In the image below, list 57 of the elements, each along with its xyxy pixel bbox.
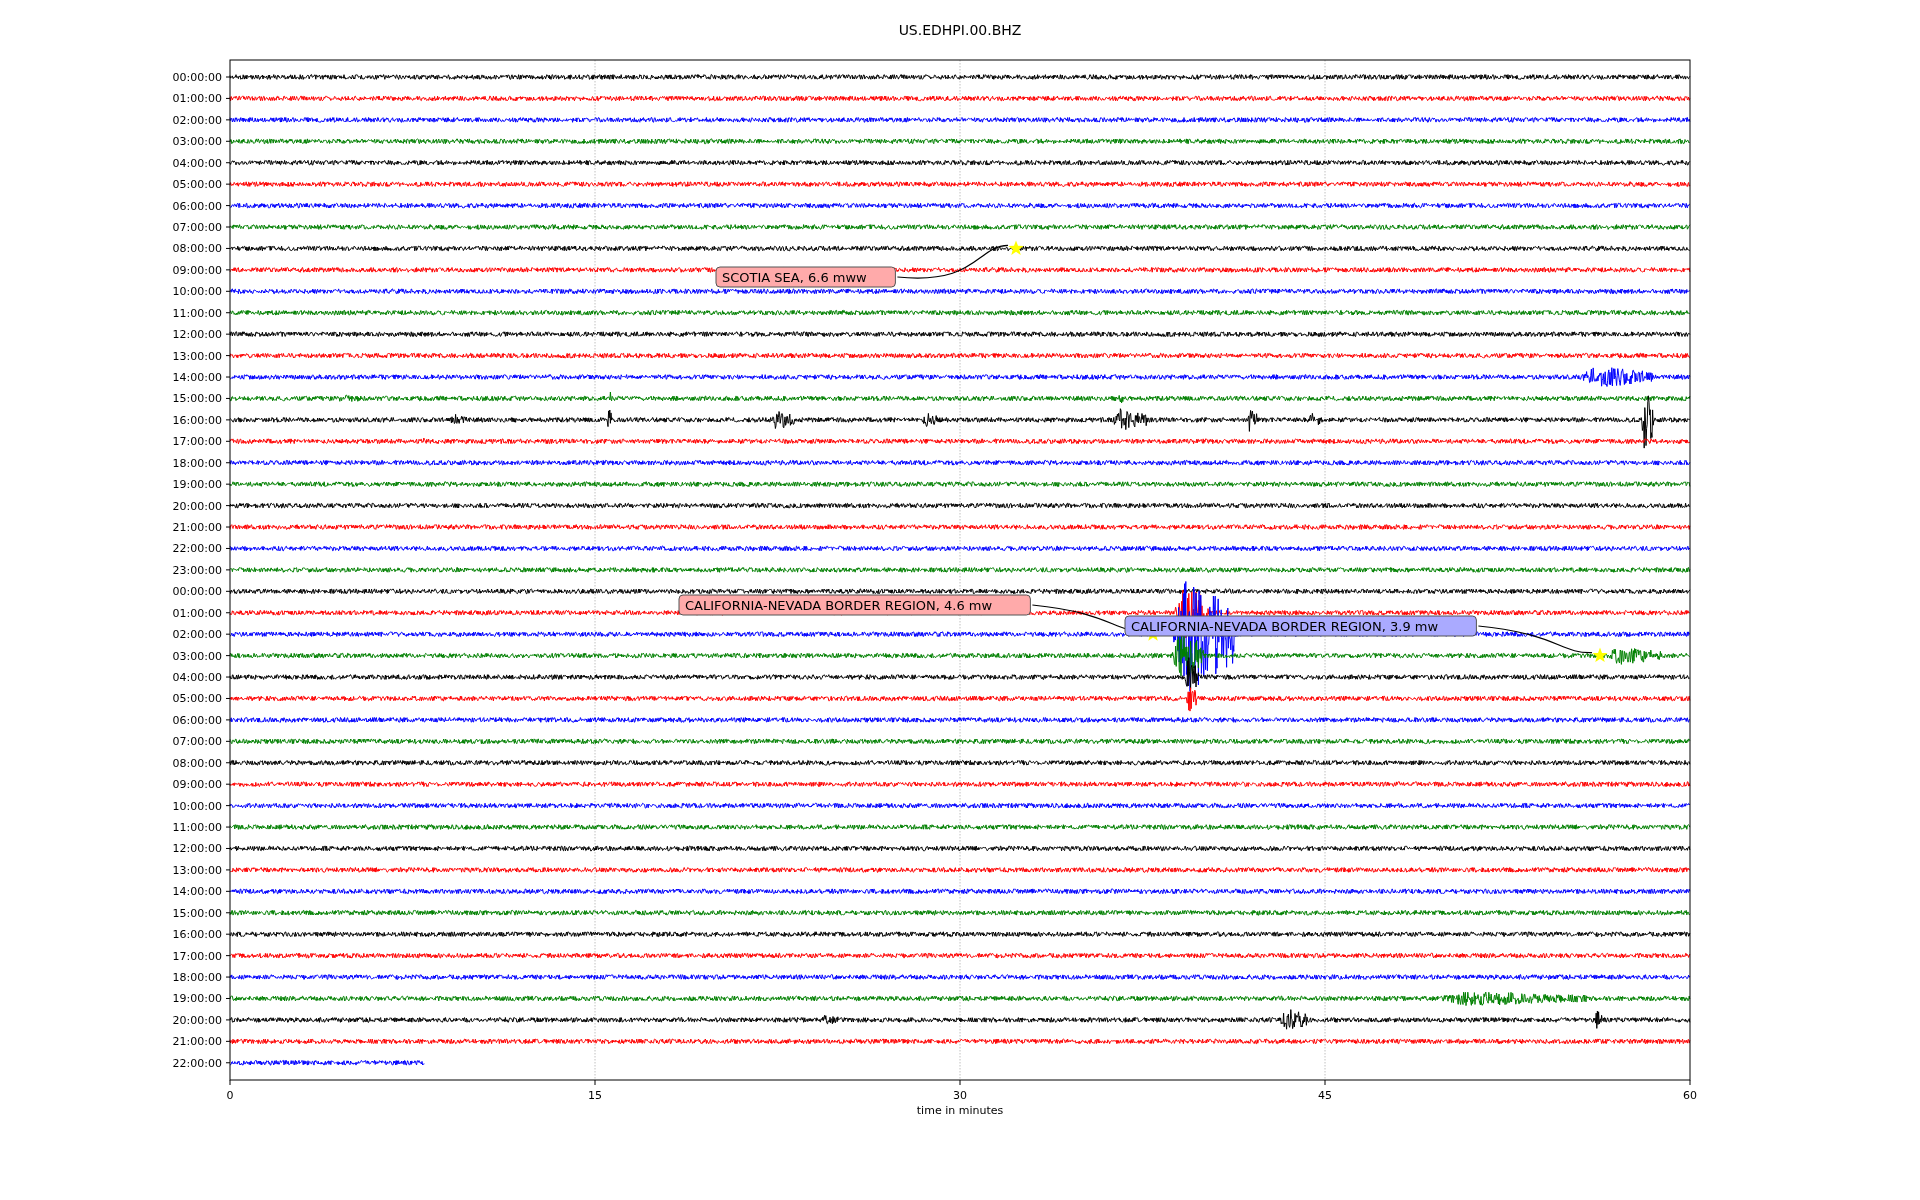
tick-label: 60 xyxy=(1683,1089,1697,1102)
tick-label: 45 xyxy=(1318,1089,1332,1102)
event-label: CALIFORNIA-NEVADA BORDER REGION, 3.9 mw xyxy=(1124,615,1477,637)
time-label: 02:00:00 xyxy=(172,628,222,642)
time-label: 21:00:00 xyxy=(172,521,222,535)
time-label: 00:00:00 xyxy=(172,585,222,599)
time-label: 02:00:00 xyxy=(172,113,222,127)
tick-label: 0 xyxy=(226,1089,234,1102)
time-label: 19:00:00 xyxy=(172,478,222,492)
time-label: 16:00:00 xyxy=(172,928,222,942)
event-label: SCOTIA SEA, 6.6 mww xyxy=(715,266,896,288)
time-label: 00:00:00 xyxy=(172,71,222,84)
time-label: 20:00:00 xyxy=(172,499,222,513)
time-label: 14:00:00 xyxy=(172,885,222,899)
time-label: 03:00:00 xyxy=(172,135,222,149)
time-label: 22:00:00 xyxy=(172,1056,222,1070)
time-label: 17:00:00 xyxy=(172,435,222,449)
time-label: 17:00:00 xyxy=(172,949,222,963)
time-label: 18:00:00 xyxy=(172,456,222,470)
time-label: 16:00:00 xyxy=(172,413,222,427)
tick-label: 15 xyxy=(588,1089,602,1102)
time-label: 05:00:00 xyxy=(172,178,222,192)
event-label: CALIFORNIA-NEVADA BORDER REGION, 4.6 mw xyxy=(678,594,1031,616)
time-label: 09:00:00 xyxy=(172,778,222,792)
tick-label: 30 xyxy=(953,1089,967,1102)
time-label: 15:00:00 xyxy=(172,906,222,920)
time-label: 01:00:00 xyxy=(172,92,222,106)
time-label: 03:00:00 xyxy=(172,649,222,663)
time-label: 06:00:00 xyxy=(172,199,222,213)
time-label: 21:00:00 xyxy=(172,1035,222,1049)
plot-title: US.EDHPI.00.BHZ xyxy=(898,22,1022,38)
time-label: 11:00:00 xyxy=(172,821,222,835)
time-label: 13:00:00 xyxy=(172,349,222,363)
time-label: 10:00:00 xyxy=(172,285,222,299)
time-label: 09:00:00 xyxy=(172,263,222,277)
time-label: 13:00:00 xyxy=(172,863,222,877)
axis-label: time in minutes xyxy=(916,1104,1004,1117)
time-label: 19:00:00 xyxy=(172,992,222,1006)
time-label: 04:00:00 xyxy=(172,156,222,170)
time-label: 12:00:00 xyxy=(172,842,222,856)
time-label: 08:00:00 xyxy=(172,242,222,256)
time-label: 08:00:00 xyxy=(172,756,222,770)
time-label: 12:00:00 xyxy=(172,328,222,342)
time-label: 07:00:00 xyxy=(172,221,222,234)
time-label: 06:00:00 xyxy=(172,713,222,727)
time-label: 10:00:00 xyxy=(172,799,222,813)
time-label: 04:00:00 xyxy=(172,671,222,685)
time-label: 14:00:00 xyxy=(172,371,222,384)
time-label: 22:00:00 xyxy=(172,542,222,556)
time-label: 01:00:00 xyxy=(172,606,222,620)
time-label: 11:00:00 xyxy=(172,306,222,320)
time-label: 23:00:00 xyxy=(172,563,222,577)
time-label: 20:00:00 xyxy=(172,1013,222,1027)
time-label: 05:00:00 xyxy=(172,692,222,706)
time-label: 15:00:00 xyxy=(172,392,222,406)
time-label: 18:00:00 xyxy=(172,971,222,985)
time-label: 07:00:00 xyxy=(172,735,222,749)
